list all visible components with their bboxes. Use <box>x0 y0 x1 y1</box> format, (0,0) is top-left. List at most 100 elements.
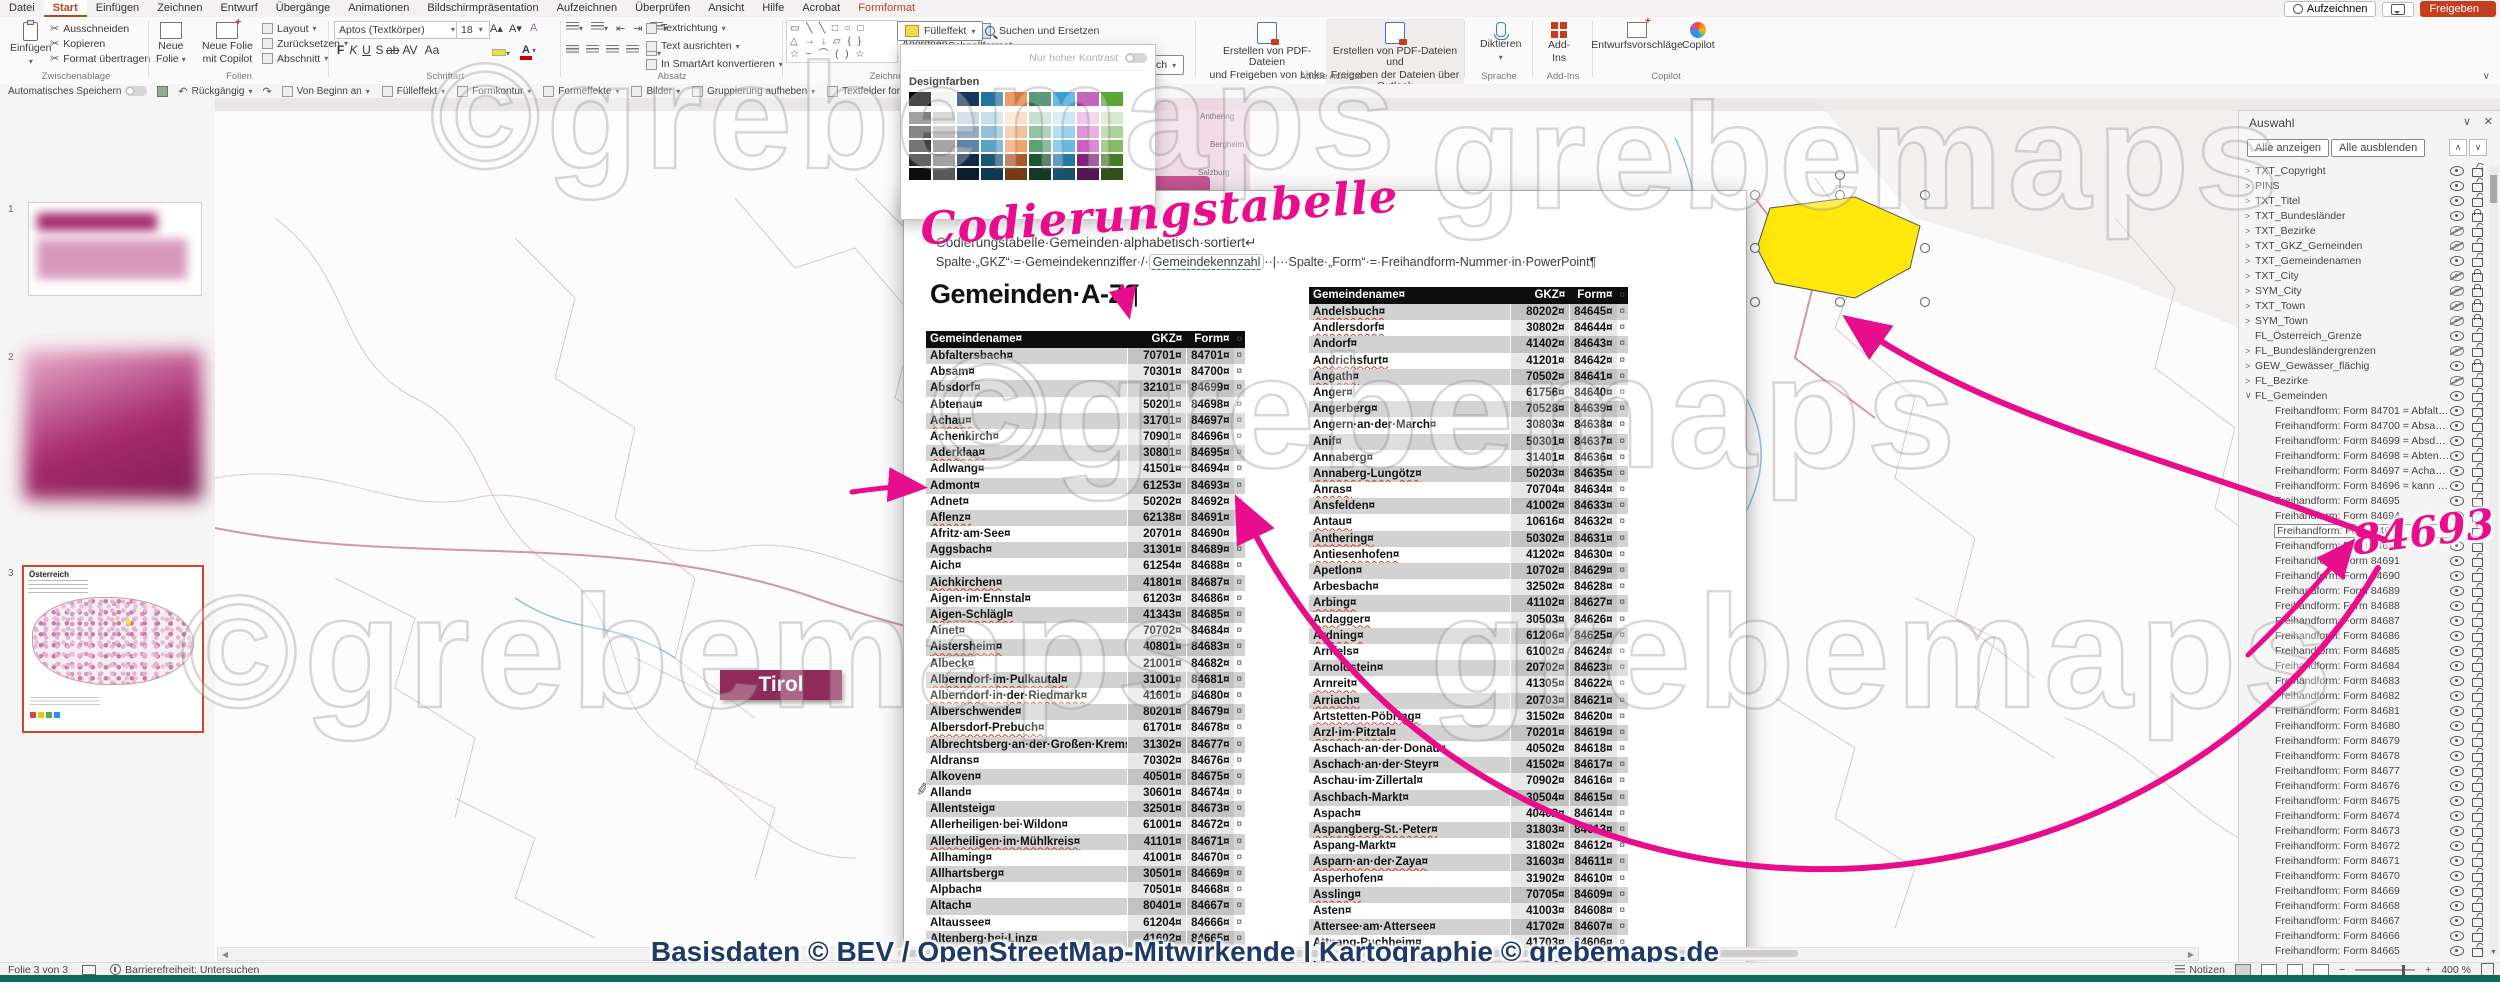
lock-icon[interactable] <box>2472 363 2483 372</box>
table-row[interactable]: Apetlon¤ 10702¤ 84629¤ ¤ <box>1309 563 1628 579</box>
scroll-right-arrow[interactable]: ▶ <box>2184 950 2198 959</box>
visibility-eye-icon[interactable] <box>2450 706 2464 716</box>
move-up-button[interactable]: ∧ <box>2449 139 2467 156</box>
color-swatch[interactable] <box>1005 168 1027 180</box>
visibility-eye-icon[interactable] <box>2450 481 2464 491</box>
table-row[interactable]: Aschach·an·der·Steyr¤ 41502¤ 84617¤ ¤ <box>1309 757 1628 773</box>
comments-button[interactable] <box>2382 2 2414 17</box>
slide-thumbnail-1[interactable] <box>28 202 202 296</box>
design-ideas-button[interactable]: Entwurfsvorschläge <box>1598 19 1676 54</box>
font-size-select[interactable]: 18▾ <box>456 21 490 39</box>
table-row[interactable]: Aigen·im·Ennstal¤ 61203¤ 84686¤ ¤ <box>926 591 1245 607</box>
table-row[interactable]: Ansfelden¤ 41002¤ 84633¤ ¤ <box>1309 498 1628 514</box>
clipboard-item[interactable]: ✂Format übertragen <box>50 51 150 66</box>
new-slide-button[interactable]: NeueFolie ▾ <box>152 19 190 68</box>
hide-all-button[interactable]: Alle ausblenden <box>2331 139 2425 157</box>
lock-icon[interactable] <box>2472 348 2483 357</box>
italic-button[interactable]: K <box>347 43 360 57</box>
visibility-eye-icon[interactable] <box>2450 886 2464 896</box>
ribbon-tab[interactable]: Formformat <box>849 0 924 17</box>
table-row[interactable]: Albrechtsberg·an·der·Großen·Krems¤ 31302… <box>926 737 1245 753</box>
table-row[interactable]: Anif¤ 50301¤ 84637¤ ¤ <box>1309 434 1628 450</box>
fill-effect-button[interactable]: Fülleffekt▾ <box>897 21 983 41</box>
selection-pane-item[interactable]: Freihandform: Form 84698 = Abtenau = GKZ… <box>2239 448 2483 463</box>
font-name-select[interactable]: Aptos (Textkörper)▾ <box>334 21 460 39</box>
selection-pane-item[interactable]: FL_Bezirke <box>2239 373 2483 388</box>
lock-icon[interactable] <box>2472 768 2483 777</box>
color-swatch[interactable] <box>957 92 979 106</box>
lock-icon[interactable] <box>2472 333 2483 342</box>
table-row[interactable]: Antau¤ 10616¤ 84632¤ ¤ <box>1309 514 1628 530</box>
char-spacing-button[interactable]: AV <box>399 43 421 57</box>
visibility-eye-icon[interactable] <box>2450 256 2464 266</box>
lock-icon[interactable] <box>2472 843 2483 852</box>
table-row[interactable]: Arbesbach¤ 32502¤ 84628¤ ¤ <box>1309 579 1628 595</box>
lock-icon[interactable] <box>2472 663 2483 672</box>
color-swatch[interactable] <box>1101 154 1123 166</box>
table-row[interactable]: Andlersdorf¤ 30802¤ 84644¤ ¤ <box>1309 320 1628 336</box>
selection-pane-item[interactable]: TXT_Bundesländer <box>2239 208 2483 223</box>
ribbon-tab[interactable]: Einfügen <box>87 0 148 17</box>
selection-pane-item[interactable]: TXT_Gemeindenamen <box>2239 253 2483 268</box>
color-swatch[interactable] <box>1053 140 1075 152</box>
color-swatch[interactable] <box>1053 112 1075 124</box>
ribbon-tab[interactable]: Übergänge <box>267 0 339 17</box>
selection-pane-item[interactable]: Freihandform: Form 84691 <box>2239 553 2483 568</box>
autosave-toggle[interactable]: Automatisches Speichern <box>8 86 147 97</box>
table-row[interactable]: Abfaltersbach¤ 70701¤ 84701¤ ¤ <box>926 348 1245 364</box>
table-row[interactable]: Anthering¤ 50302¤ 84631¤ ¤ <box>1309 531 1628 547</box>
qat-button[interactable]: Gruppierung aufheben▾ <box>692 86 815 97</box>
table-row[interactable]: Asparn·an·der·Zaya¤ 31603¤ 84611¤ ¤ <box>1309 854 1628 870</box>
shadow-button[interactable]: S <box>373 43 386 57</box>
collapse-ribbon-chevron[interactable]: ∨ <box>2483 71 2490 82</box>
grow-font-button[interactable]: A▴ <box>490 22 503 35</box>
color-swatch[interactable] <box>933 112 955 124</box>
color-swatch[interactable] <box>1005 92 1027 106</box>
table-row[interactable]: Admont¤ 61253¤ 84693¤ ¤ <box>926 478 1245 494</box>
align-right-button[interactable] <box>606 45 619 54</box>
lock-icon[interactable] <box>2472 273 2483 282</box>
visibility-eye-icon[interactable] <box>2450 526 2464 536</box>
lock-icon[interactable] <box>2472 453 2483 462</box>
visibility-eye-icon[interactable] <box>2450 346 2464 356</box>
expand-chevron-icon[interactable] <box>2245 301 2255 311</box>
lock-icon[interactable] <box>2472 633 2483 642</box>
record-button[interactable]: Aufzeichnen <box>2284 1 2377 17</box>
table-row[interactable]: Altaussee¤ 61204¤ 84666¤ ¤ <box>926 915 1245 931</box>
lock-icon[interactable] <box>2472 543 2483 552</box>
visibility-eye-icon[interactable] <box>2450 586 2464 596</box>
expand-chevron-icon[interactable] <box>2245 376 2255 386</box>
lock-icon[interactable] <box>2472 648 2483 657</box>
visibility-eye-icon[interactable] <box>2450 196 2464 206</box>
table-row[interactable]: Arriach¤ 20703¤ 84621¤ ¤ <box>1309 693 1628 709</box>
lock-icon[interactable] <box>2472 798 2483 807</box>
color-swatch[interactable] <box>1077 92 1099 106</box>
table-row[interactable]: Alberndorf·in·der·Riedmark¤ 41601¤ 84680… <box>926 688 1245 704</box>
lock-icon[interactable] <box>2472 183 2483 192</box>
table-row[interactable]: Afritz·am·See¤ 20701¤ 84690¤ ¤ <box>926 526 1245 542</box>
zoom-level[interactable]: 400 % <box>2441 964 2471 976</box>
lock-icon[interactable] <box>2472 918 2483 927</box>
table-row[interactable]: Assling¤ 70705¤ 84609¤ ¤ <box>1309 887 1628 903</box>
lock-icon[interactable] <box>2472 483 2483 492</box>
font-color-button[interactable]: A▾ <box>520 44 536 60</box>
selection-pane-item[interactable]: Freihandform: Form 84700 = Absam = GKZ 7… <box>2239 418 2483 433</box>
color-swatch[interactable] <box>981 168 1003 180</box>
clipboard-item[interactable]: ✂Kopieren <box>50 36 150 51</box>
color-swatch[interactable] <box>933 154 955 166</box>
visibility-eye-icon[interactable] <box>2450 181 2464 191</box>
share-button[interactable]: Freigeben ▾ <box>2420 1 2496 17</box>
underline-button[interactable]: U <box>360 43 373 57</box>
color-swatch[interactable] <box>1005 112 1027 124</box>
notes-button[interactable]: Notizen <box>2175 964 2225 976</box>
table-row[interactable]: Adlwang¤ 41501¤ 84694¤ ¤ <box>926 461 1245 477</box>
visibility-eye-icon[interactable] <box>2450 376 2464 386</box>
lock-icon[interactable] <box>2472 228 2483 237</box>
table-row[interactable]: Allhaming¤ 41001¤ 84670¤ ¤ <box>926 850 1245 866</box>
color-swatch[interactable] <box>957 168 979 180</box>
visibility-eye-icon[interactable] <box>2450 241 2464 251</box>
visibility-eye-icon[interactable] <box>2450 166 2464 176</box>
table-row[interactable]: Alland¤ 30601¤ 84674¤ ¤ <box>926 785 1245 801</box>
table-row[interactable]: Andrichsfurt¤ 41201¤ 84642¤ ¤ <box>1309 353 1628 369</box>
shapes-gallery[interactable]: ▭ ╲ ╲ □ ○ □ △ → ↓ ▱ { } ☆ ~ ⌒ ( ) ☆ <box>786 20 898 63</box>
